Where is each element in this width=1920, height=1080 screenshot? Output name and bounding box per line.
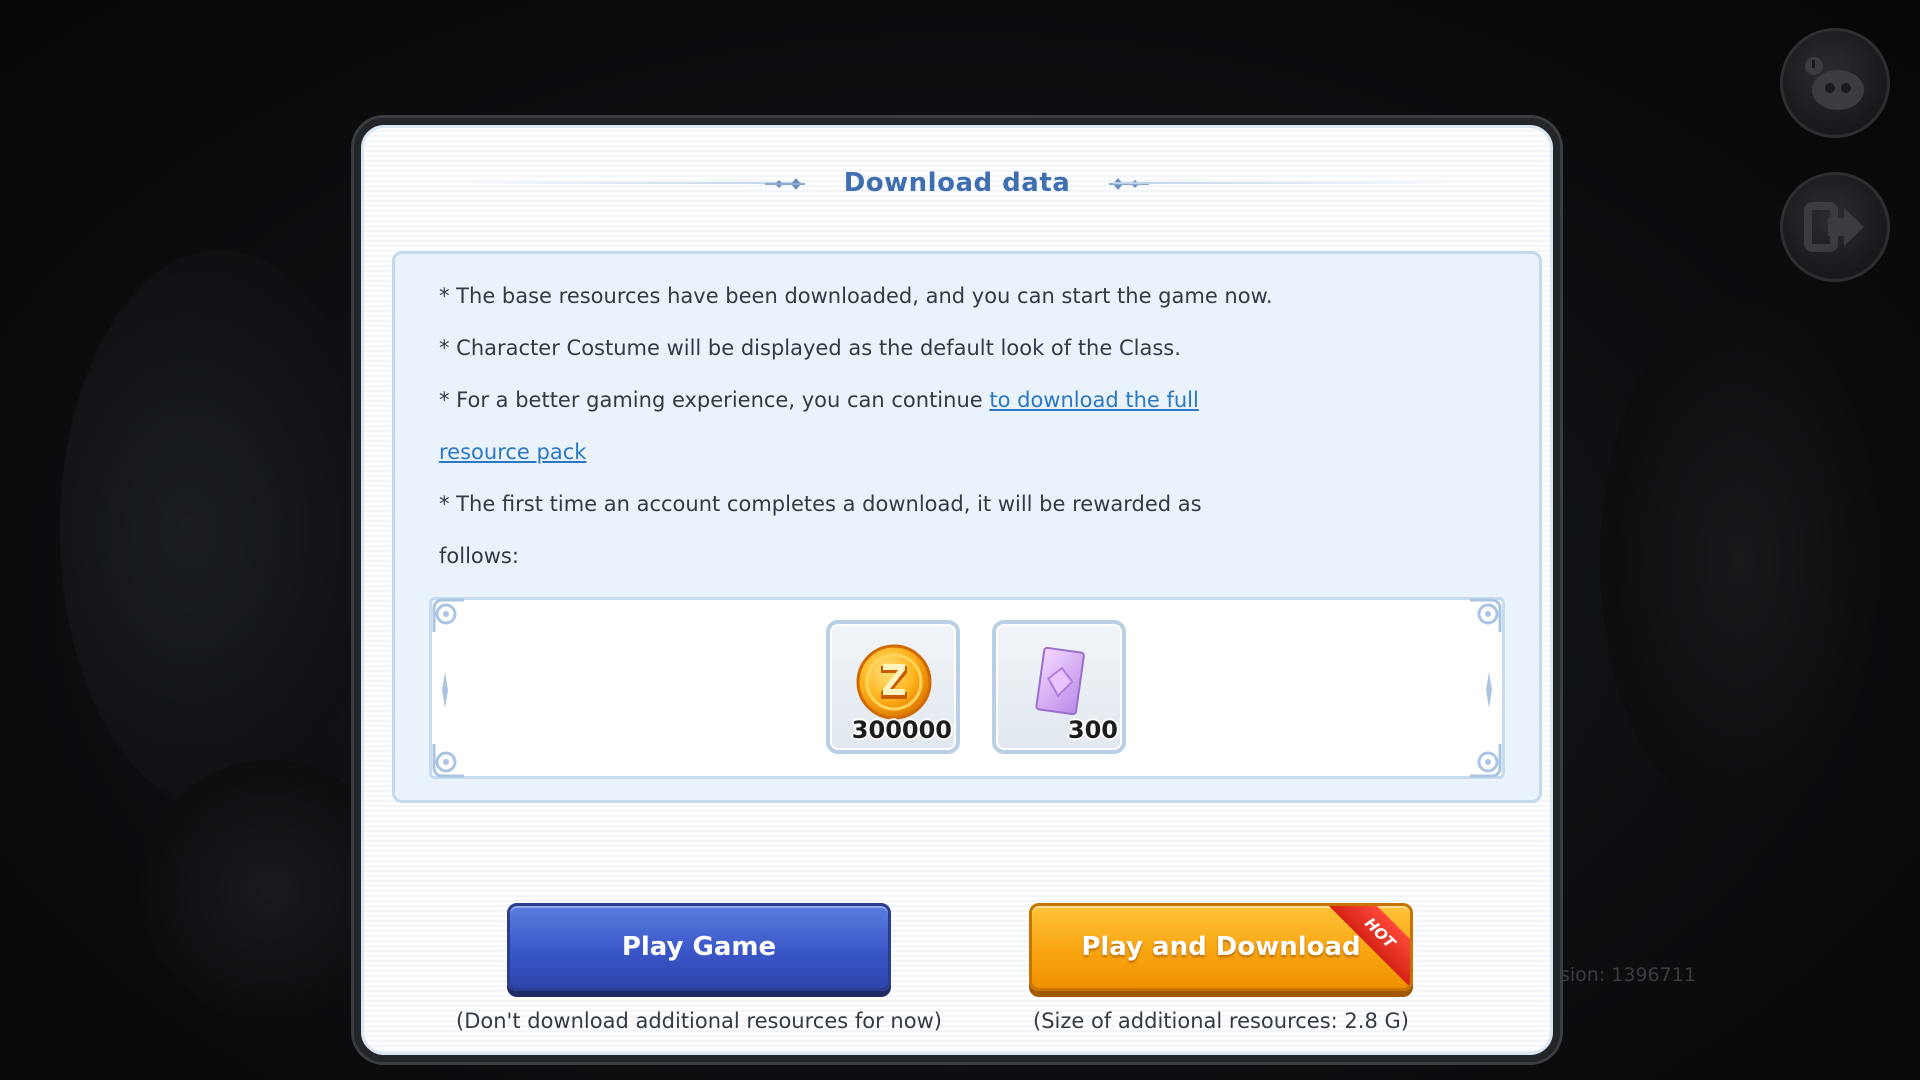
info-text: resource pack (439, 440, 586, 464)
background-character-silhouette (1600, 300, 1880, 820)
poring-pet-icon (1805, 57, 1864, 110)
play-and-download-label: Play and Download (1081, 932, 1361, 962)
play-and-download-note: (Size of additional resources: 2.8 G) (1033, 1009, 1409, 1033)
reward-item-card[interactable]: 300 (992, 620, 1126, 754)
info-text: * Character Costume will be displayed as… (439, 336, 1181, 360)
download-full-pack-link[interactable]: resource pack (439, 440, 586, 464)
info-text: * For a better gaming experience, you ca… (439, 388, 1199, 412)
crescent-ornament-icon (1109, 171, 1173, 197)
zeny-coin-icon (856, 644, 932, 720)
info-text-prefix: * For a better gaming experience, you ca… (439, 388, 990, 412)
dialog-header: Download data (361, 161, 1553, 205)
reward-item-zeny[interactable]: 300000 (826, 620, 960, 754)
reward-box: 300000 300 (429, 597, 1505, 779)
exit-button[interactable] (1780, 172, 1890, 282)
reward-count: 300 (1067, 716, 1118, 744)
play-game-note: (Don't download additional resources for… (456, 1009, 942, 1033)
pet-button[interactable] (1780, 28, 1890, 138)
corner-swirl-icon (1470, 744, 1502, 778)
play-and-download-button[interactable]: Play and Download HOT (1029, 903, 1413, 991)
divider (1113, 182, 1483, 184)
corner-swirl-icon (432, 744, 464, 778)
info-text: * The first time an account completes a … (439, 492, 1202, 516)
corner-swirl-icon (1470, 598, 1502, 632)
play-game-label: Play Game (621, 932, 777, 962)
info-text: * The base resources have been downloade… (439, 284, 1273, 308)
corner-swirl-icon (432, 598, 464, 632)
exit-icon (1804, 202, 1864, 252)
download-data-dialog: Download data * The base resources have … (354, 118, 1560, 1062)
sparkle-icon (442, 672, 448, 708)
purple-card-icon (1035, 646, 1085, 716)
crescent-ornament-icon (741, 171, 805, 197)
dialog-title: Download data (843, 168, 1071, 198)
play-game-button[interactable]: Play Game (507, 903, 891, 991)
info-text: follows: (439, 544, 519, 568)
version-label: sion: 1396711 (1560, 964, 1696, 986)
download-full-pack-link[interactable]: to download the full (989, 388, 1199, 412)
background-character-silhouette (60, 250, 380, 810)
sparkle-icon (1486, 672, 1492, 708)
info-panel: * The base resources have been downloade… (392, 251, 1542, 803)
reward-count: 300000 (851, 716, 952, 744)
